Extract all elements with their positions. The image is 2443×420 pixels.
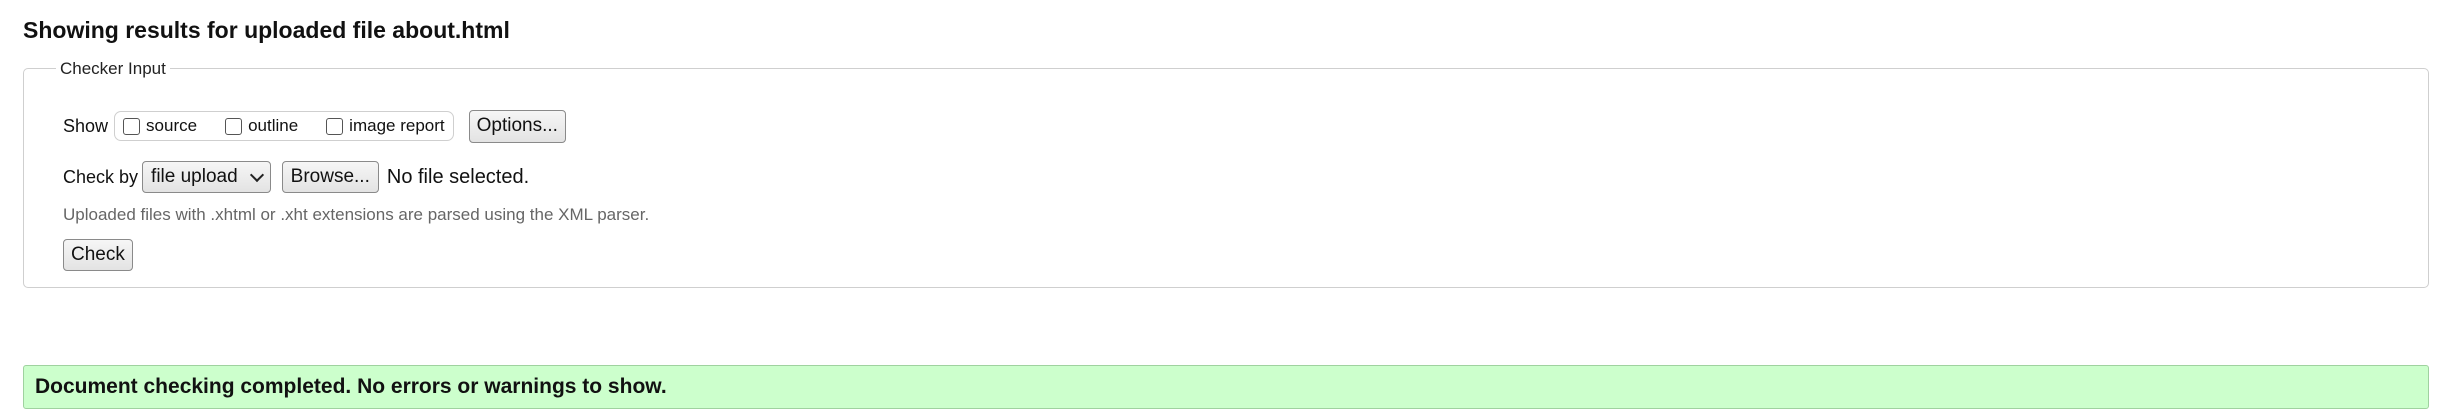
check-by-select[interactable]: file upload (142, 161, 271, 193)
validator-page: Showing results for uploaded file about.… (0, 0, 2443, 420)
show-options-group: source outline image report (114, 111, 454, 141)
check-by-row: Check by file upload Browse... No file s… (63, 159, 529, 195)
result-message: Document checking completed. No errors o… (35, 375, 667, 398)
image-report-checkbox-label: image report (349, 116, 445, 135)
outline-checkbox-label: outline (248, 116, 299, 135)
show-outline-option[interactable]: outline (225, 116, 298, 136)
check-button[interactable]: Check (63, 239, 133, 271)
result-success-banner: Document checking completed. No errors o… (23, 365, 2429, 409)
file-status-text: No file selected. (386, 165, 530, 188)
outline-checkbox[interactable] (225, 117, 243, 135)
image-report-checkbox[interactable] (326, 117, 344, 135)
check-by-selected-value: file upload (151, 166, 238, 187)
source-checkbox[interactable] (123, 117, 141, 135)
source-checkbox-label: source (146, 116, 198, 135)
checker-input-fieldset: Checker Input Show source outline image … (23, 58, 2429, 288)
page-title: Showing results for uploaded file about.… (23, 17, 510, 43)
show-label: Show (63, 115, 109, 136)
show-image-report-option[interactable]: image report (326, 116, 445, 136)
options-button[interactable]: Options... (468, 109, 566, 143)
checker-input-legend: Checker Input (56, 58, 170, 80)
check-row: Check (63, 237, 133, 273)
show-source-option[interactable]: source (123, 116, 197, 136)
browse-button[interactable]: Browse... (281, 161, 379, 193)
check-by-label: Check by (63, 166, 139, 187)
chevron-down-icon (249, 167, 264, 182)
xml-parser-hint: Uploaded files with .xhtml or .xht exten… (63, 205, 650, 224)
show-options-row: Show source outline image report Options… (63, 109, 566, 143)
